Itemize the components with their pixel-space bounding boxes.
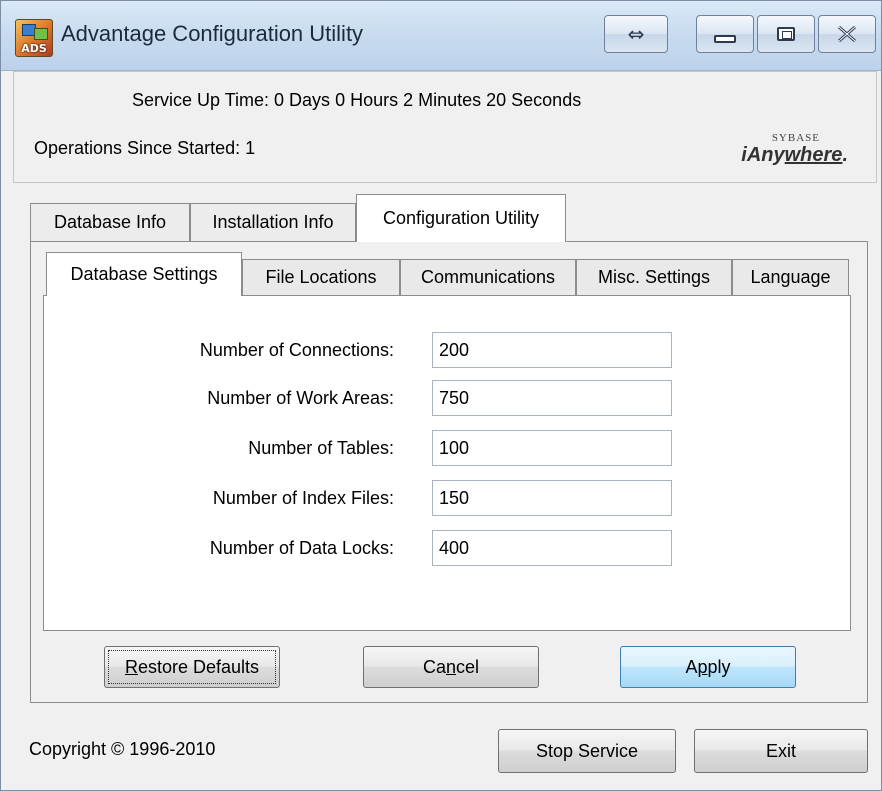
tab-installation-info[interactable]: Installation Info: [190, 203, 356, 241]
operations-count: Operations Since Started: 1: [34, 138, 256, 158]
double-arrow-icon: ⇔: [627, 22, 645, 46]
maximize-icon: [777, 27, 795, 41]
app-window: ADS Advantage Configuration Utility ⇔ Se…: [0, 0, 882, 791]
close-button[interactable]: [818, 15, 876, 53]
data-locks-input[interactable]: [432, 530, 672, 566]
connections-label: Number of Connections:: [199, 340, 394, 360]
restore-defaults-button[interactable]: Restore Defaults: [104, 646, 280, 688]
tab-file-locations[interactable]: File Locations: [242, 259, 400, 295]
stop-service-button[interactable]: Stop Service: [498, 729, 676, 773]
cancel-label: Cancel: [422, 656, 480, 677]
service-uptime: Service Up Time: 0 Days 0 Hours 2 Minute…: [132, 90, 582, 110]
work-areas-input[interactable]: [432, 380, 672, 416]
resize-toggle-button[interactable]: ⇔: [604, 15, 668, 53]
tab-configuration-utility[interactable]: Configuration Utility: [356, 194, 566, 242]
minimize-icon: [714, 35, 736, 43]
tables-input[interactable]: [432, 430, 672, 466]
index-files-label: Number of Index Files:: [212, 488, 394, 508]
work-areas-label: Number of Work Areas:: [207, 388, 394, 408]
exit-button[interactable]: Exit: [694, 729, 868, 773]
maximize-button[interactable]: [757, 15, 815, 53]
apply-label: Apply: [685, 656, 731, 677]
minimize-button[interactable]: [696, 15, 754, 53]
tab-language[interactable]: Language: [732, 259, 849, 295]
close-icon: [838, 25, 856, 43]
sybase-ianywhere-logo: SYBASE iAnywhere.: [708, 132, 848, 172]
copyright-text: Copyright © 1996-2010: [29, 739, 216, 759]
tab-database-info[interactable]: Database Info: [30, 203, 190, 241]
logo-sybase-text: SYBASE: [771, 132, 820, 144]
title-bar[interactable]: ADS Advantage Configuration Utility ⇔: [1, 1, 881, 71]
window-title: Advantage Configuration Utility: [61, 21, 364, 46]
connections-input[interactable]: [432, 332, 672, 368]
tables-label: Number of Tables:: [248, 438, 394, 458]
restore-defaults-label: Restore Defaults: [124, 656, 260, 677]
database-settings-panel: Number of Connections: Number of Work Ar…: [43, 295, 851, 631]
logo-ianywhere-text: iAnywhere.: [741, 144, 848, 166]
status-panel: Service Up Time: 0 Days 0 Hours 2 Minute…: [13, 71, 877, 183]
apply-button[interactable]: Apply: [620, 646, 796, 688]
ads-app-icon: ADS: [15, 19, 53, 57]
cancel-button[interactable]: Cancel: [363, 646, 539, 688]
data-locks-label: Number of Data Locks:: [209, 538, 394, 558]
tab-communications[interactable]: Communications: [400, 259, 576, 295]
tab-misc-settings[interactable]: Misc. Settings: [576, 259, 732, 295]
tab-database-settings[interactable]: Database Settings: [46, 252, 242, 296]
app-icon-label: ADS: [21, 42, 47, 55]
index-files-input[interactable]: [432, 480, 672, 516]
